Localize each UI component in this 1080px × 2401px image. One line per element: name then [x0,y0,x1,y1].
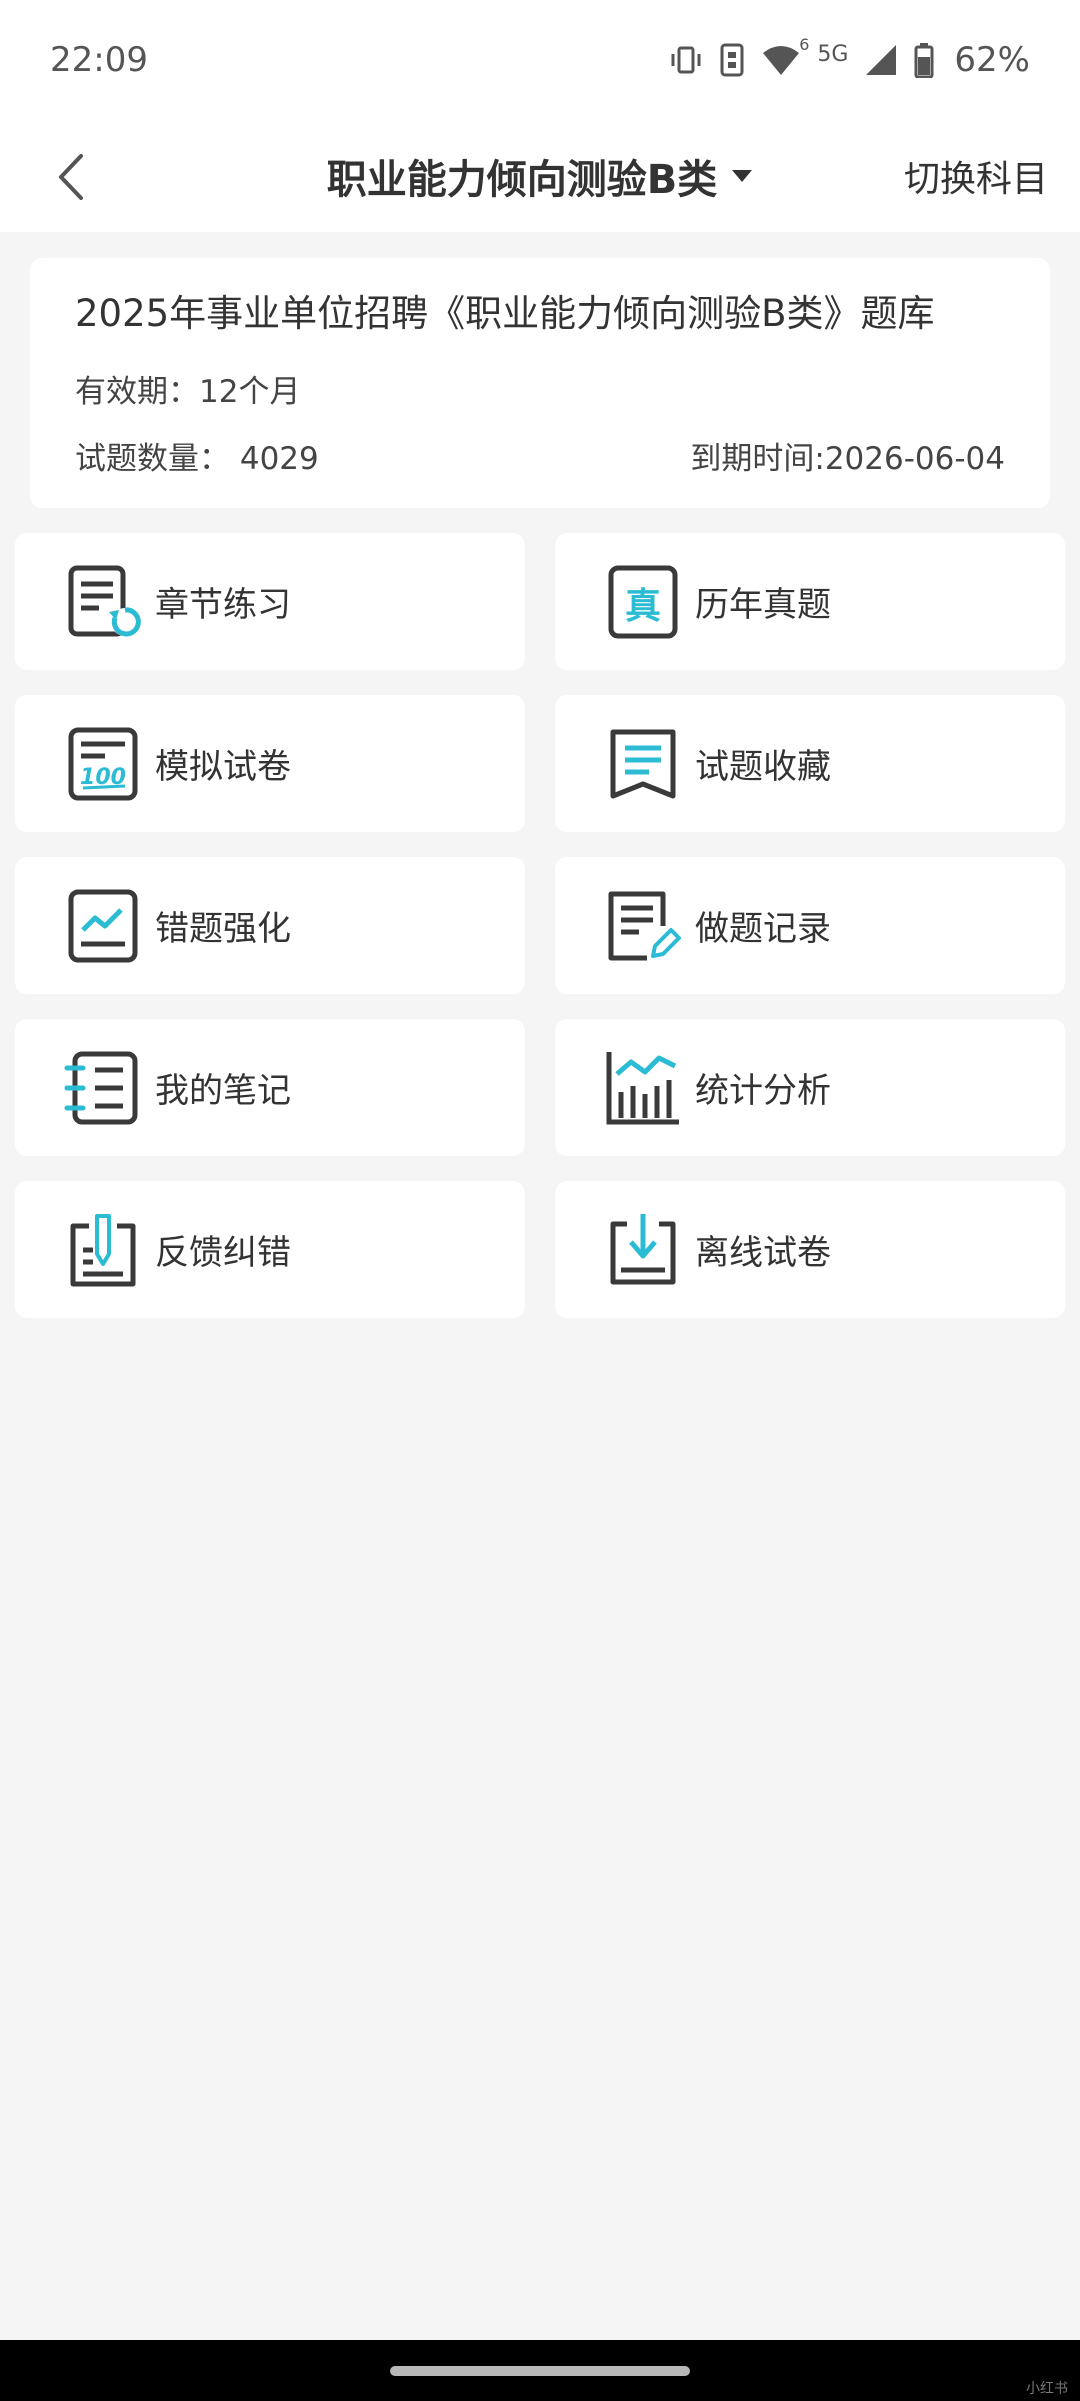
tile-favorites[interactable]: 试题收藏 [555,695,1065,832]
network-type: 5G [817,42,849,67]
tile-label: 统计分析 [695,1071,831,1111]
battery-icon [914,42,934,78]
signal-icon [864,43,898,77]
tile-practice-record[interactable]: 做题记录 [555,857,1065,994]
caret-down-icon [732,170,753,182]
favorites-icon [610,729,676,798]
feature-grid: 章节练习 真 历年真题 100 模拟试卷 试题收藏 错题强化 做题记录 我的笔记… [15,533,1065,1318]
wifi-badge: 6 [799,35,810,54]
vibrate-icon [669,43,703,77]
tile-label: 我的笔记 [155,1071,291,1111]
tile-offline-exam[interactable]: 离线试卷 [555,1181,1065,1318]
sim-icon [719,42,745,78]
count-label: 试题数量： [75,441,230,478]
tile-label: 章节练习 [155,585,291,625]
battery-percent: 62% [954,40,1030,80]
question-bank-title: 2025年事业单位招聘《职业能力倾向测验B类》题库 [75,292,935,335]
tile-feedback[interactable]: 反馈纠错 [15,1181,525,1318]
watermark: 小红书 [1026,2381,1068,2397]
tile-chapter-practice[interactable]: 章节练习 [15,533,525,670]
tile-past-exams[interactable]: 真 历年真题 [555,533,1065,670]
question-bank-info-card: 2025年事业单位招聘《职业能力倾向测验B类》题库 有效期：12个月 试题数量：… [30,258,1050,508]
tile-notes[interactable]: 我的笔记 [15,1019,525,1156]
validity-row: 有效期：12个月 [75,366,1005,411]
validity-value: 12个月 [199,374,301,411]
tile-label: 反馈纠错 [155,1233,291,1273]
tile-label: 做题记录 [695,909,831,949]
page-title: 职业能力倾向测验B类 [326,157,718,203]
expiry-date: 到期时间:2026-06-04 [690,433,1005,478]
status-time: 22:09 [50,40,148,80]
chapter-practice-icon [68,565,141,636]
switch-subject-button[interactable]: 切换科目 [904,150,1048,202]
notes-icon [64,1051,138,1124]
offline-exam-icon [610,1213,676,1284]
wrong-questions-icon [68,889,138,962]
tile-label: 试题收藏 [695,747,831,787]
past-exams-icon: 真 [608,565,678,638]
wifi-icon: 6 [761,35,809,77]
tile-label: 历年真题 [695,585,831,625]
tile-label: 模拟试卷 [155,747,291,787]
tile-statistics[interactable]: 统计分析 [555,1019,1065,1156]
feedback-icon [70,1213,136,1286]
nav-bar: 职业能力倾向测验B类 切换科目 [0,120,1080,232]
validity-label: 有效期： [75,374,199,411]
mock-exam-icon: 100 [68,727,138,800]
tile-label: 离线试卷 [695,1233,831,1273]
question-count: 试题数量： 4029 [75,433,319,478]
practice-record-icon [608,891,681,960]
back-button[interactable] [36,142,106,212]
tile-wrong-questions[interactable]: 错题强化 [15,857,525,994]
statistics-icon [606,1051,679,1124]
tile-mock-exam[interactable]: 100 模拟试卷 [15,695,525,832]
count-expiry-row: 试题数量： 4029 到期时间:2026-06-04 [75,433,1005,478]
home-indicator[interactable] [390,2366,690,2376]
count-value: 4029 [239,441,319,478]
chevron-left-icon [59,154,83,200]
tile-label: 错题强化 [155,909,291,949]
expiry-label: 到期时间: [690,441,825,478]
svg-text:真: 真 [625,586,661,627]
subject-dropdown[interactable]: 职业能力倾向测验B类 [327,147,754,205]
status-icons: 6 5G 62% [669,35,1030,80]
expiry-value: 2026-06-04 [824,441,1005,478]
status-bar: 22:09 6 5G 62% [0,0,1080,120]
